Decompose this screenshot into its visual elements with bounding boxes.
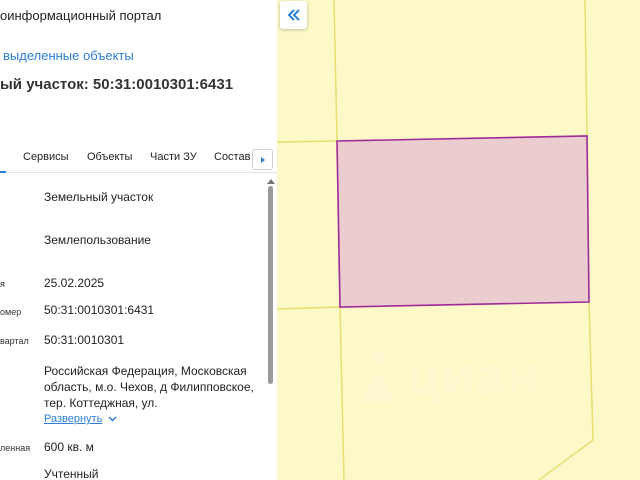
boundary-line xyxy=(277,306,341,310)
row-value-cadastral-number: 50:31:0010301:6431 xyxy=(44,303,155,317)
collapse-panel-button[interactable] xyxy=(280,1,307,29)
scroll-up-arrow[interactable] xyxy=(266,177,276,185)
map-layer xyxy=(277,0,594,480)
row-label-cadastral-number: омер xyxy=(0,307,22,317)
row-value-area: 600 кв. м xyxy=(44,440,94,454)
row-label-area: ленная xyxy=(0,443,31,453)
boundary-line xyxy=(339,306,345,480)
double-chevron-left-icon xyxy=(287,9,300,21)
row-value-cadastral-quarter: 50:31:0010301 xyxy=(44,333,125,347)
row-value-subtype: Землепользование xyxy=(44,233,151,247)
attribute-list: Земельный участок Землепользование я 25.… xyxy=(0,0,262,480)
boundary-line xyxy=(538,301,594,480)
chevron-down-icon xyxy=(108,416,117,422)
panel-scrollbar-thumb[interactable] xyxy=(268,186,273,384)
row-value-date: 25.02.2025 xyxy=(44,276,105,290)
row-value-type: Земельный участок xyxy=(44,190,154,204)
row-value-status: Учтенный xyxy=(44,467,99,480)
info-panel: оинформационный портал выделенные объект… xyxy=(0,0,277,480)
map-canvas[interactable]: циан xyxy=(277,0,640,480)
row-value-address: Российская Федерация, Московская область… xyxy=(44,364,254,410)
selected-parcel[interactable] xyxy=(336,135,590,308)
expand-label: Развернуть xyxy=(44,413,103,425)
boundary-line xyxy=(277,140,338,143)
row-label-cadastral-quarter: вартал xyxy=(0,336,29,346)
caret-up-icon xyxy=(267,178,275,184)
row-label-date: я xyxy=(0,279,5,289)
boundary-line xyxy=(333,0,338,141)
expand-address-link[interactable]: Развернуть xyxy=(44,413,117,425)
boundary-line xyxy=(584,0,588,137)
